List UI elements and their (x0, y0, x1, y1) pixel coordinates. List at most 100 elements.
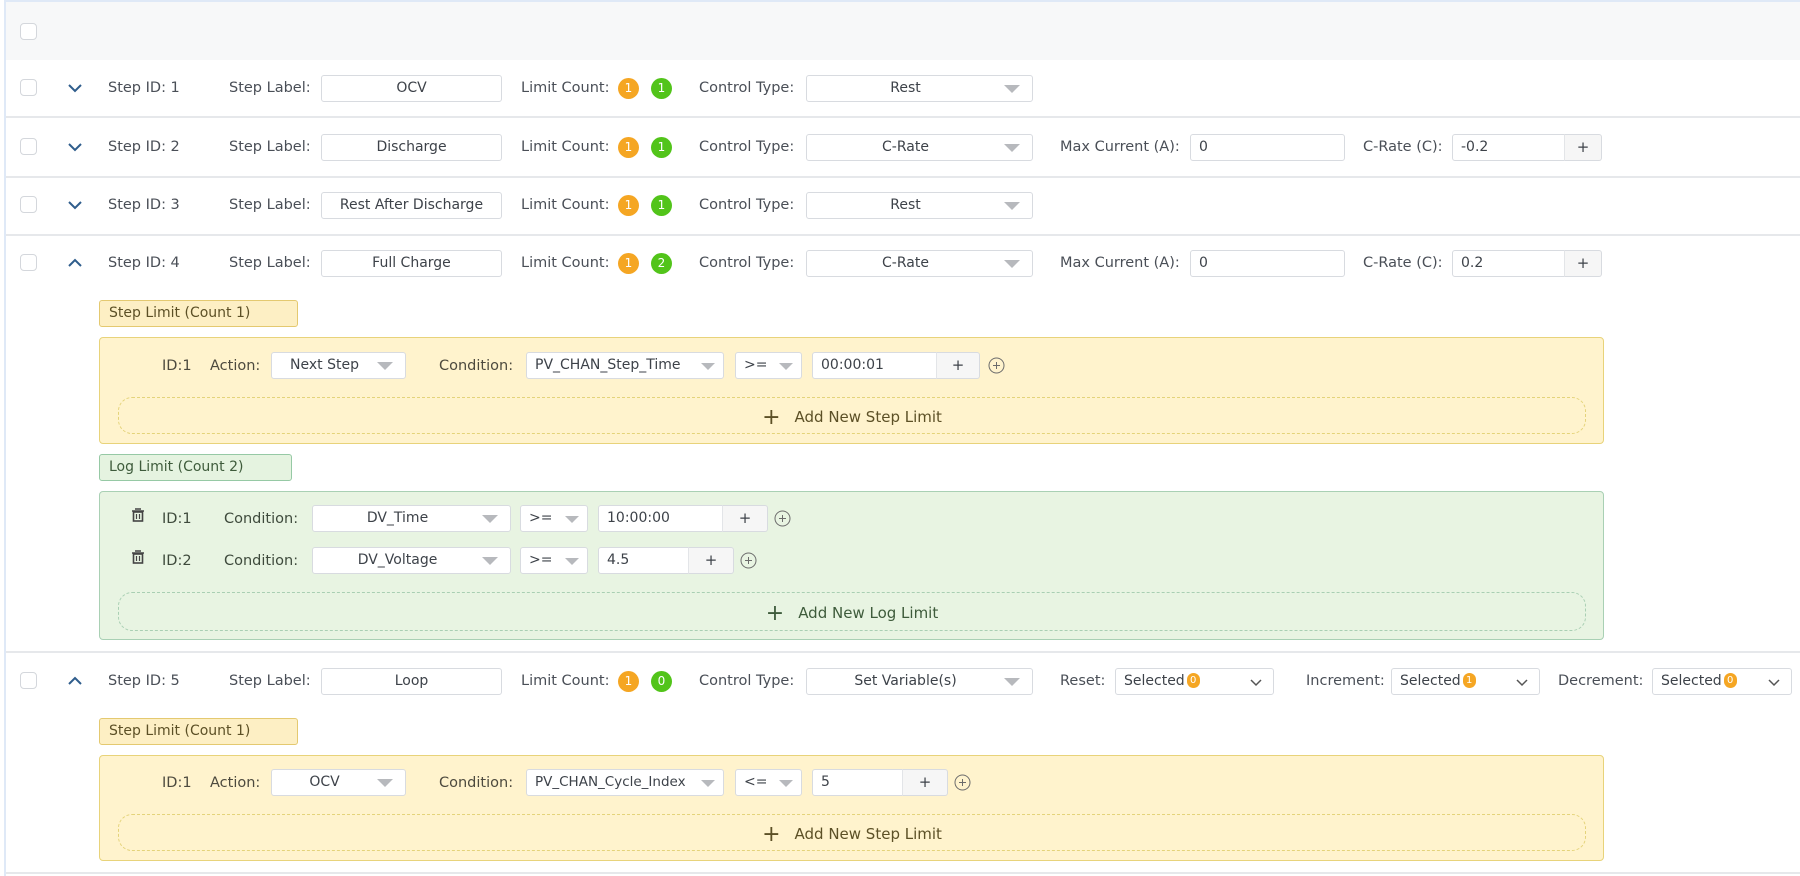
add-condition-plus-circle-icon[interactable] (954, 774, 971, 791)
chevron-down-icon (1516, 679, 1528, 687)
step-id: Step ID: 5 (108, 673, 180, 689)
c-rate-plus-button[interactable]: + (1564, 250, 1602, 277)
action-select[interactable]: Next Step (271, 352, 406, 379)
value-plus-button[interactable]: + (722, 505, 768, 532)
condition-select[interactable]: DV_Time (312, 505, 511, 532)
value-plus-button[interactable]: + (936, 352, 980, 379)
step-limit-id: ID:1 (162, 358, 192, 374)
operator-select[interactable]: >= (520, 505, 588, 532)
collapse-chevron-up-icon[interactable] (66, 672, 84, 690)
add-condition-plus-circle-icon[interactable] (988, 357, 1005, 374)
step-limit-count-badge: 1 (618, 253, 639, 274)
step-2-checkbox[interactable] (20, 138, 37, 155)
increment-label: Increment: (1306, 673, 1385, 689)
c-rate-input[interactable]: 0.2 (1452, 250, 1565, 277)
operator-select[interactable]: >= (735, 352, 802, 379)
action-value: OCV (309, 774, 340, 790)
step-1-checkbox[interactable] (20, 79, 37, 96)
condition-label: Condition: (224, 511, 299, 527)
step-label-input[interactable]: Full Charge (321, 250, 502, 277)
control-type-select[interactable]: C-Rate (806, 250, 1033, 277)
control-type-value: C-Rate (882, 139, 929, 155)
caret-down-icon (565, 558, 579, 565)
log-value-input[interactable]: 10:00:00 (598, 505, 723, 532)
expand-chevron-down-icon[interactable] (66, 138, 84, 156)
c-rate-plus-button[interactable]: + (1564, 134, 1602, 161)
max-current-input[interactable]: 0 (1190, 134, 1345, 161)
operator-select[interactable]: <= (735, 769, 802, 796)
c-rate-input[interactable]: -0.2 (1452, 134, 1565, 161)
add-new-step-limit-button[interactable]: + Add New Step Limit (118, 397, 1586, 434)
caret-down-icon (377, 779, 393, 787)
table-frame-left (4, 0, 6, 876)
step-label-input[interactable]: Loop (321, 668, 502, 695)
step-limit-tag: Step Limit (Count 1) (99, 718, 298, 745)
log-limit-count-badge: 1 (651, 78, 672, 99)
row-divider (6, 872, 1800, 874)
log-value-input[interactable]: 4.5 (598, 547, 689, 574)
control-type-select[interactable]: Rest (806, 192, 1033, 219)
control-type-select[interactable]: Rest (806, 75, 1033, 102)
limit-count-label: Limit Count: (521, 673, 610, 689)
step-limit-count-badge: 1 (618, 78, 639, 99)
increment-select[interactable]: Selected 1 (1391, 668, 1540, 695)
log-limit-count-badge: 2 (651, 253, 672, 274)
step-label-label: Step Label: (229, 139, 311, 155)
step-id: Step ID: 1 (108, 80, 180, 96)
c-rate-label: C-Rate (C): (1363, 255, 1443, 271)
control-type-select[interactable]: Set Variable(s) (806, 668, 1033, 695)
limit-value-input[interactable]: 5 (812, 769, 903, 796)
step-label-input[interactable]: OCV (321, 75, 502, 102)
value-plus-button[interactable]: + (902, 769, 948, 796)
delete-trash-icon[interactable] (131, 507, 145, 523)
add-new-step-limit-button[interactable]: + Add New Step Limit (118, 814, 1586, 851)
delete-trash-icon[interactable] (131, 549, 145, 565)
operator-value: >= (744, 357, 768, 373)
caret-down-icon (701, 780, 715, 787)
add-condition-plus-circle-icon[interactable] (740, 552, 757, 569)
reset-count-badge: 0 (1186, 672, 1200, 688)
control-type-value: Rest (890, 80, 921, 96)
caret-down-icon (1004, 678, 1020, 686)
add-condition-plus-circle-icon[interactable] (774, 510, 791, 527)
increment-count-badge: 1 (1462, 672, 1476, 688)
condition-select[interactable]: PV_CHAN_Step_Time (526, 352, 724, 379)
control-type-label: Control Type: (699, 673, 795, 689)
step-3-checkbox[interactable] (20, 196, 37, 213)
condition-select[interactable]: PV_CHAN_Cycle_Index (526, 769, 724, 796)
action-select[interactable]: OCV (271, 769, 406, 796)
reset-label: Reset: (1060, 673, 1106, 689)
step-4-checkbox[interactable] (20, 254, 37, 271)
control-type-label: Control Type: (699, 255, 795, 271)
caret-down-icon (779, 363, 793, 370)
value-plus-button[interactable]: + (688, 547, 734, 574)
c-rate-label: C-Rate (C): (1363, 139, 1443, 155)
condition-value: PV_CHAN_Cycle_Index (535, 774, 686, 790)
operator-select[interactable]: >= (520, 547, 588, 574)
caret-down-icon (482, 557, 498, 565)
log-limit-count-badge: 1 (651, 137, 672, 158)
step-label-input[interactable]: Rest After Discharge (321, 192, 502, 219)
expand-chevron-down-icon[interactable] (66, 79, 84, 97)
caret-down-icon (1004, 85, 1020, 93)
reset-select[interactable]: Selected 0 (1115, 668, 1274, 695)
decrement-select[interactable]: Selected 0 (1652, 668, 1792, 695)
action-label: Action: (210, 775, 261, 791)
collapse-chevron-up-icon[interactable] (66, 254, 84, 272)
max-current-input[interactable]: 0 (1190, 250, 1345, 277)
row-divider (6, 234, 1800, 236)
limit-value-input[interactable]: 00:00:01 (812, 352, 937, 379)
chevron-down-icon (1768, 679, 1780, 687)
step-label-input[interactable]: Discharge (321, 134, 502, 161)
step-label-label: Step Label: (229, 197, 311, 213)
step-limit-count-badge: 1 (618, 671, 639, 692)
limit-count-label: Limit Count: (521, 255, 610, 271)
select-all-checkbox[interactable] (20, 23, 37, 40)
condition-select[interactable]: DV_Voltage (312, 547, 511, 574)
max-current-label: Max Current (A): (1060, 255, 1180, 271)
control-type-select[interactable]: C-Rate (806, 134, 1033, 161)
step-5-checkbox[interactable] (20, 672, 37, 689)
caret-down-icon (1004, 260, 1020, 268)
expand-chevron-down-icon[interactable] (66, 196, 84, 214)
add-new-log-limit-button[interactable]: + Add New Log Limit (118, 592, 1586, 631)
